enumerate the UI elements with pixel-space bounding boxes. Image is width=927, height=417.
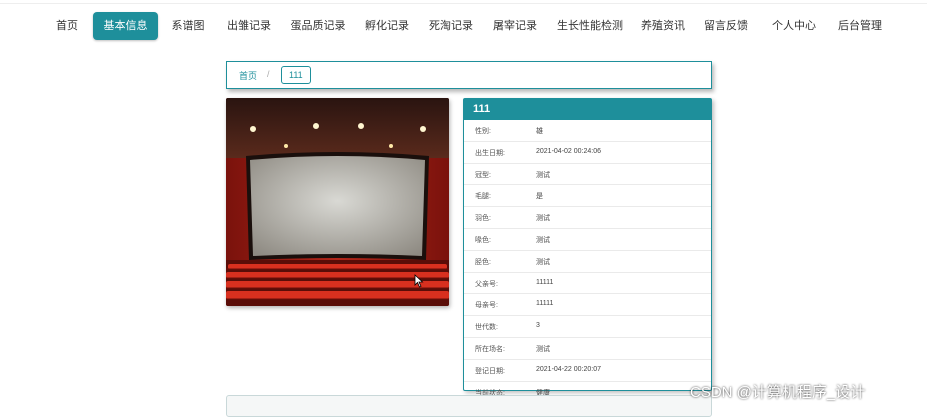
info-row-gender: 性别: 雄 [464,120,711,142]
breadcrumb-home-link[interactable]: 首页 [239,69,257,82]
detail-info-panel: 111 性别: 雄 出生日期: 2021-04-02 00:24:06 冠型: 测试 … [463,98,712,397]
info-label: 出生日期: [475,149,505,157]
info-row-father-id: 父亲号: 11111 [464,273,711,295]
info-label: 登记日期: [475,367,505,375]
info-row-shank-color: 胫色: 测试 [464,251,711,273]
info-label: 父亲号: [475,280,498,288]
info-label: 冠型: [475,171,491,179]
nav-item-growth-test[interactable]: 生长性能检测 [555,12,625,40]
info-value: 测试 [536,215,550,223]
info-label: 胫色: [475,258,491,266]
info-label: 喙色: [475,236,491,244]
info-value: 测试 [536,345,550,353]
info-value: 测试 [536,236,550,244]
info-value: 11111 [536,278,554,286]
detail-title: 111 [464,99,711,120]
nav-item-admin[interactable]: 后台管理 [835,12,885,40]
info-row-generation: 世代数: 3 [464,316,711,338]
info-value: 3 [536,322,540,330]
watermark: CSDN @计算机程序_设计 [690,384,866,401]
nav-item-farming-news[interactable]: 养殖资讯 [638,12,688,40]
info-label: 毛腿: [475,193,491,201]
info-value: 测试 [536,171,550,179]
bottom-panel [226,395,712,417]
info-value: 是 [536,193,543,201]
top-nav: 首页 基本信息 系谱图 出雏记录 蛋品质记录 孵化记录 死淘记录 屠宰记录 生长… [0,12,927,40]
nav-item-personal-center[interactable]: 个人中心 [769,12,819,40]
nav-item-hatch-out-records[interactable]: 出雏记录 [224,12,274,40]
breadcrumb-current: 111 [281,66,311,84]
nav-item-basic-info[interactable]: 基本信息 [93,12,158,40]
info-label: 性别: [475,128,491,135]
info-value: 2021-04-02 00:24:06 [536,147,601,155]
nav-item-home[interactable]: 首页 [52,12,82,40]
info-label: 羽色: [475,215,491,223]
info-value: 测试 [536,258,550,266]
info-value: 2021-04-22 00:20:07 [536,365,601,373]
info-row-birth-date: 出生日期: 2021-04-02 00:24:06 [464,142,711,164]
info-value: 11111 [536,300,554,308]
breadcrumb: 首页 / 111 [226,61,712,89]
nav-item-culling-records[interactable]: 死淘记录 [426,12,476,40]
info-row-comb-type: 冠型: 测试 [464,164,711,186]
info-row-beak-color: 喙色: 测试 [464,229,711,251]
nav-item-slaughter-records[interactable]: 屠宰记录 [490,12,540,40]
info-row-feathered-legs: 毛腿: 是 [464,185,711,208]
nav-item-egg-quality-records[interactable]: 蛋品质记录 [288,12,348,40]
nav-item-pedigree[interactable]: 系谱图 [168,12,208,40]
info-row-mother-id: 母亲号: 11111 [464,294,711,317]
info-label: 所在场名: [475,345,505,353]
info-row-feather-color: 羽色: 测试 [464,207,711,229]
nav-item-incubation-records[interactable]: 孵化记录 [362,12,412,40]
info-label: 母亲号: [475,302,498,310]
info-row-farm-name: 所在场名: 测试 [464,338,711,360]
nav-item-feedback[interactable]: 留言反馈 [701,12,751,40]
breadcrumb-separator: / [267,69,270,79]
info-label: 世代数: [475,324,498,332]
info-row-register-date: 登记日期: 2021-04-22 00:20:07 [464,360,711,382]
info-value: 雄 [536,128,543,135]
cursor-arrow-icon [414,274,424,288]
top-divider [0,3,927,4]
detail-photo [226,98,449,306]
